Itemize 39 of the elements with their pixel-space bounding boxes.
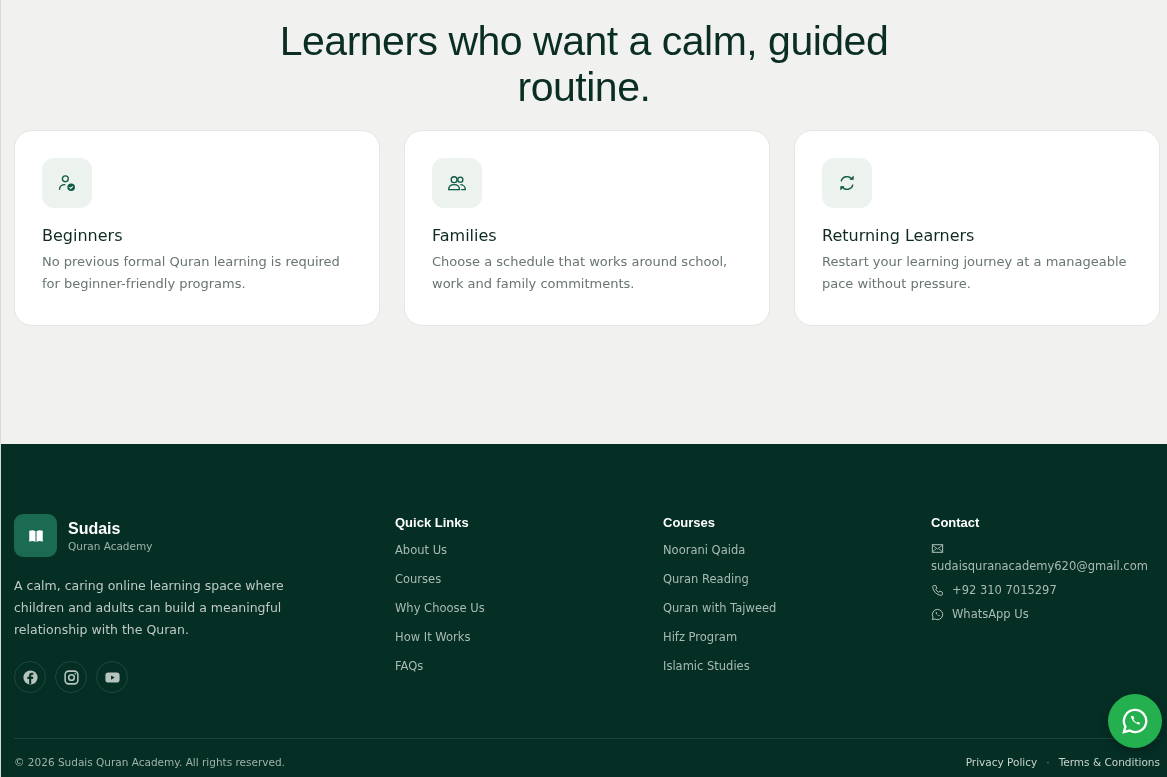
contact-link[interactable]: sudaisquranacademy620@gmail.com xyxy=(931,559,1148,573)
footer-link[interactable]: About Us xyxy=(395,542,448,559)
phone-icon xyxy=(931,583,944,597)
footer-link[interactable]: Hifz Program xyxy=(663,629,738,646)
contact-link[interactable]: WhatsApp Us xyxy=(952,607,1029,621)
brand-name: Sudais xyxy=(68,519,122,538)
card-title: Returning Learners xyxy=(822,226,976,245)
card-title: Beginners xyxy=(42,226,124,245)
facebook-icon[interactable] xyxy=(21,668,39,686)
footer-link[interactable]: Quran with Tajweed xyxy=(663,600,777,617)
footer-link[interactable]: Why Choose Us xyxy=(395,600,485,617)
copyright-text: © 2026 Sudais Quran Academy. All rights reserved. xyxy=(14,756,285,768)
footer-link[interactable]: How It Works xyxy=(395,629,471,646)
user-check-icon xyxy=(57,173,77,193)
section-title: Learners who want a calm, guided routine. xyxy=(278,18,890,110)
brand-tagline: Quran Academy xyxy=(68,539,153,552)
instagram-icon[interactable] xyxy=(62,668,80,686)
legal-link[interactable]: Terms & Conditions xyxy=(1058,756,1160,768)
separator-dot: · xyxy=(1046,756,1050,768)
column-heading: Courses xyxy=(663,514,717,530)
mail-icon xyxy=(931,542,944,555)
users-icon xyxy=(447,173,467,193)
footer-description: A calm, caring online learning space where children and adults can build a meaningful relationship with the Quran. xyxy=(14,577,285,639)
footer-link[interactable]: Noorani Qaida xyxy=(663,542,746,559)
card-title: Families xyxy=(432,226,498,245)
legal-link[interactable]: Privacy Policy xyxy=(965,756,1038,768)
refresh-icon xyxy=(837,173,857,193)
whatsapp-icon xyxy=(1121,707,1149,735)
column-heading: Quick Links xyxy=(395,514,470,530)
card-description: Restart your learning journey at a manageable pace without pressure. xyxy=(822,253,1128,293)
column-heading: Contact xyxy=(931,514,981,530)
footer-link[interactable]: Courses xyxy=(395,571,442,588)
footer-link[interactable]: Islamic Studies xyxy=(663,658,750,675)
card-description: Choose a schedule that works around school, work and family commitments. xyxy=(432,253,729,293)
card-description: No previous formal Quran learning is required for beginner-friendly programs. xyxy=(42,253,341,293)
footer-link[interactable]: FAQs xyxy=(395,658,424,675)
footer-link[interactable]: Quran Reading xyxy=(663,571,749,588)
contact-link[interactable]: +92 310 7015297 xyxy=(952,583,1057,597)
whatsapp-icon xyxy=(931,607,944,621)
